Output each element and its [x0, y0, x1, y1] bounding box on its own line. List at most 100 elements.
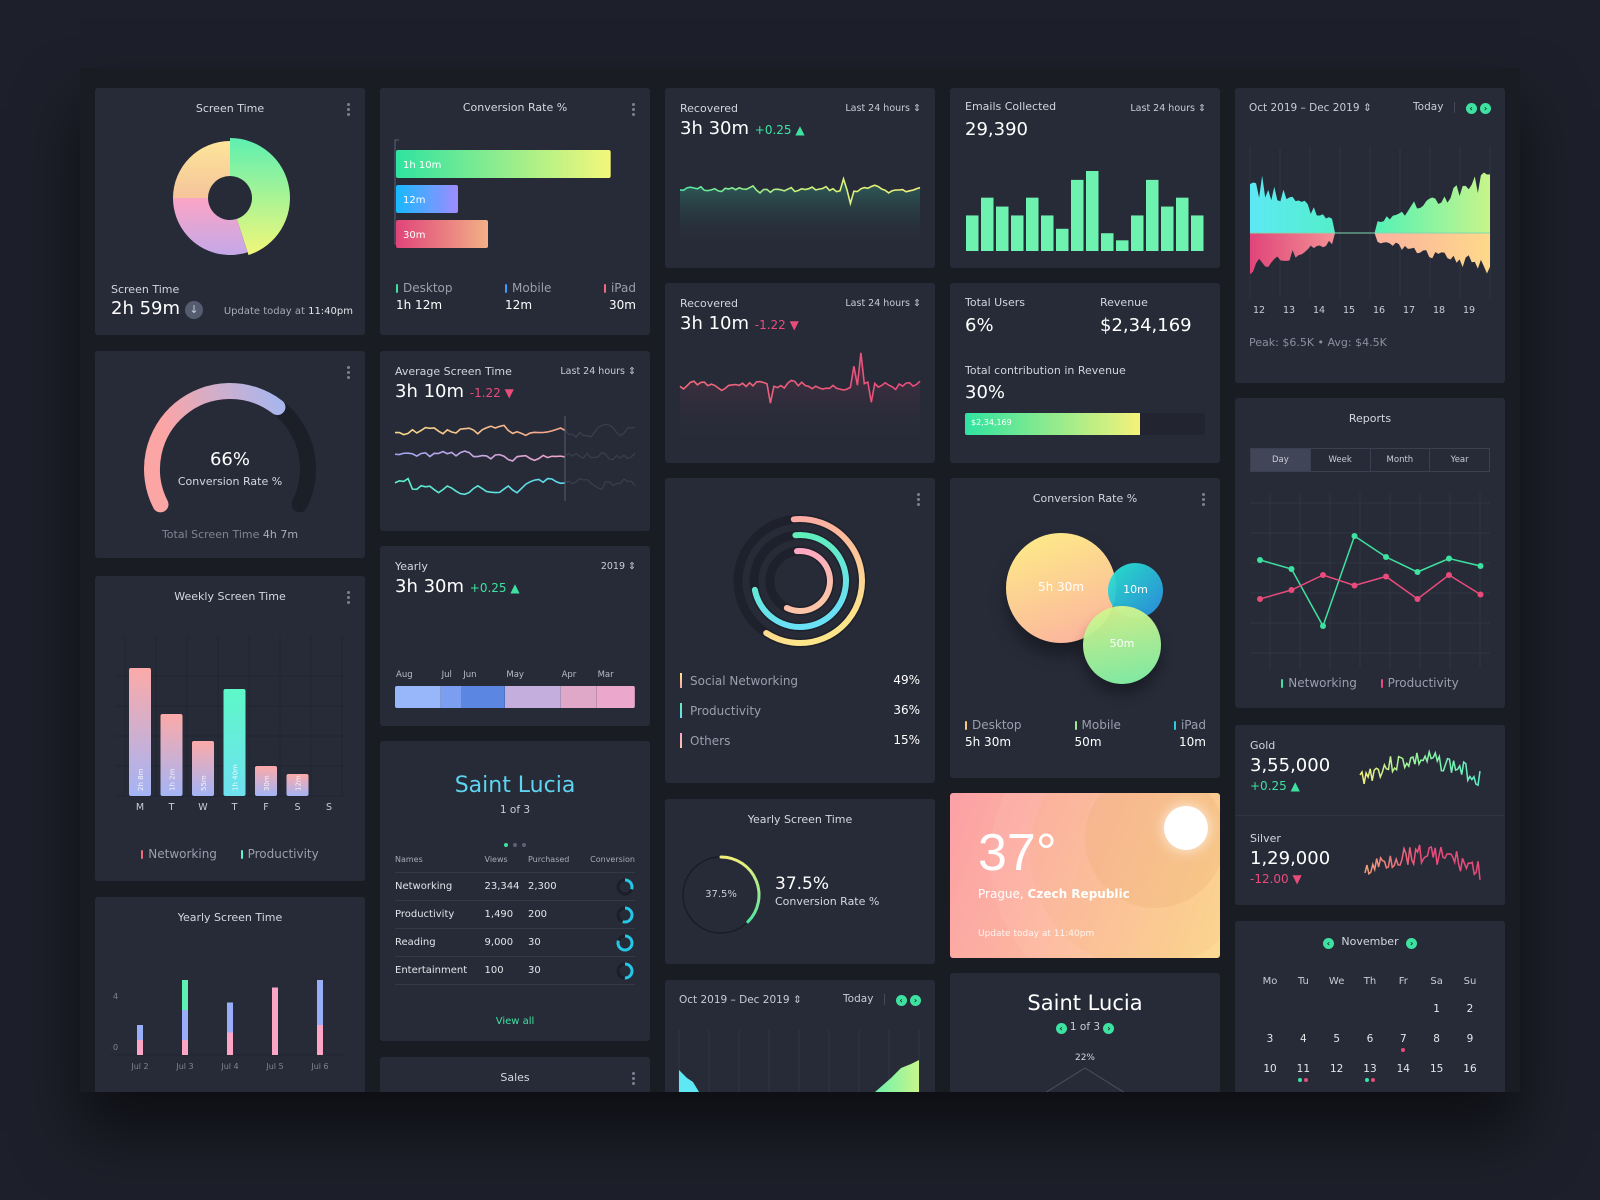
tab-day[interactable]: Day — [1251, 449, 1310, 471]
y-tick: 4 — [113, 992, 118, 1001]
more-menu-icon[interactable] — [1202, 493, 1206, 506]
legend-networking-marker — [141, 850, 144, 859]
next-arrow-icon[interactable]: › — [1480, 103, 1491, 114]
today-button[interactable]: Today — [843, 993, 873, 1005]
prev-arrow-icon[interactable]: ‹ — [1055, 1023, 1067, 1034]
month-segment[interactable] — [505, 686, 561, 708]
calendar-grid: Mo Tu We Th Fr Sa Su 1 2 3 4 5 6 7 8 9 10 11 12 13 14 15 16 — [1255, 976, 1485, 1092]
bar-label: 1h 10m — [403, 160, 441, 171]
calendar-day[interactable]: 15 — [1422, 1063, 1452, 1075]
more-menu-icon[interactable] — [347, 366, 351, 379]
area-left — [679, 1070, 699, 1092]
next-month-icon[interactable]: › — [1406, 938, 1418, 949]
today-button[interactable]: Today — [1413, 101, 1443, 113]
day-label: W — [198, 802, 208, 813]
table-row[interactable]: Productivity 1,490 200 — [395, 900, 635, 929]
prev-arrow-icon[interactable]: ‹ — [895, 995, 907, 1006]
download-icon[interactable]: ↓ — [185, 301, 203, 319]
range-select[interactable]: Last 24 hours ⇕ — [845, 298, 921, 309]
weekly-bar-chart: 2h 8m M 1h 2m T 55m W 1h 40m T 30m F 12m S S — [115, 636, 345, 813]
table-row[interactable]: Networking 23,344 2,300 — [395, 872, 635, 901]
calendar-day — [1388, 1003, 1418, 1015]
month-segment[interactable] — [440, 686, 463, 708]
calendar-day[interactable]: 8 — [1422, 1033, 1452, 1045]
networking-point — [1351, 533, 1358, 539]
month-label: Jul — [441, 670, 452, 680]
calendar-day[interactable]: 14 — [1388, 1063, 1418, 1075]
total-value: 4h 7m — [262, 528, 299, 541]
date-range-label: Oct 2019 – Dec 2019 — [679, 994, 790, 1006]
day-label: T — [231, 802, 238, 813]
x-tick: 18 — [1433, 305, 1445, 316]
month-segment[interactable] — [462, 686, 506, 708]
calendar-day[interactable]: 1 — [1422, 1003, 1452, 1015]
tab-year[interactable]: Year — [1429, 449, 1489, 471]
contribution-progress: $2,34,169 — [965, 413, 1205, 435]
calendar-day[interactable]: 9 — [1455, 1033, 1485, 1045]
x-tick: Jul 4 — [220, 1062, 238, 1071]
more-menu-icon[interactable] — [347, 103, 351, 116]
tab-month[interactable]: Month — [1369, 449, 1430, 471]
weather-update: Update today at 11:40pm — [978, 929, 1095, 939]
avg-value: 3h 10m -1.22 ▼ — [395, 381, 514, 402]
card-title: Reports — [1348, 412, 1392, 425]
range-area-chart — [678, 1030, 920, 1092]
prev-month-icon[interactable]: ‹ — [1322, 938, 1334, 949]
calendar-day[interactable]: 3 — [1255, 1033, 1285, 1045]
reports-legend: Networking Productivity — [1235, 676, 1505, 690]
progress-label: $2,34,169 — [971, 418, 1012, 427]
date-range-select[interactable]: Oct 2019 – Dec 2019 ⇕ — [1249, 102, 1372, 114]
calendar-day[interactable]: 11 — [1288, 1063, 1318, 1082]
next-arrow-icon[interactable]: › — [1103, 1023, 1115, 1034]
month-label: Aug — [396, 670, 413, 680]
productivity-point — [1477, 591, 1484, 598]
calendar-day[interactable]: 6 — [1355, 1033, 1385, 1045]
table-row[interactable]: Reading 9,000 30 — [395, 928, 635, 957]
month-labels: Aug Jul Jun May Apr Mar — [395, 670, 635, 682]
more-menu-icon[interactable] — [917, 493, 921, 506]
screen-time-label: Screen Time — [111, 283, 180, 296]
more-menu-icon[interactable] — [632, 1072, 636, 1085]
card-title: Conversion Rate % — [1032, 492, 1138, 505]
range-select[interactable]: Last 24 hours ⇕ — [560, 366, 636, 377]
calendar-day[interactable]: 13 — [1355, 1063, 1385, 1082]
total-label: Total Screen Time — [161, 528, 263, 541]
yearly-card: Yearly 2019 ⇕ 3h 30m +0.25 ▲ Aug Jul Jun Ma… — [380, 546, 650, 726]
date-range-select[interactable]: Oct 2019 – Dec 2019 ⇕ — [679, 994, 802, 1006]
calendar-day[interactable]: 5 — [1322, 1033, 1352, 1045]
bubble-mobile-label: 50m — [1109, 637, 1135, 650]
month-segment[interactable] — [395, 686, 441, 708]
view-all-link[interactable]: View all — [380, 1016, 650, 1027]
update-text: Update today at 11:40pm — [224, 306, 353, 317]
month-segment[interactable] — [596, 686, 635, 708]
range-select[interactable]: Last 24 hours ⇕ — [1130, 103, 1206, 114]
saint-lucia-radar-card: Saint Lucia ‹ 1 of 3 › 22% — [950, 973, 1220, 1092]
calendar-day[interactable]: 12 — [1322, 1063, 1352, 1075]
gold-value: 3,55,000 — [1250, 755, 1331, 776]
calendar-day[interactable]: 7 — [1388, 1033, 1418, 1052]
next-arrow-icon[interactable]: › — [910, 995, 921, 1006]
more-menu-icon[interactable] — [347, 591, 351, 604]
more-menu-icon[interactable] — [632, 103, 636, 116]
legend-networking: Networking — [148, 847, 217, 861]
gold-delta: +0.25 ▲ — [1250, 779, 1300, 793]
month-segment[interactable] — [560, 686, 597, 708]
card-title: Average Screen Time — [395, 365, 512, 378]
tab-week[interactable]: Week — [1309, 449, 1370, 471]
recovered-area-chart — [679, 176, 921, 248]
contribution-value: 30% — [965, 382, 1006, 403]
calendar-day[interactable]: 16 — [1455, 1063, 1485, 1075]
x-tick: Jul 3 — [175, 1062, 193, 1071]
prev-arrow-icon[interactable]: ‹ — [1465, 103, 1477, 114]
city: Prague, — [978, 887, 1028, 901]
table-row[interactable]: Entertainment 100 30 — [395, 956, 635, 985]
calendar-day[interactable]: 2 — [1455, 1003, 1485, 1015]
year-select[interactable]: 2019 ⇕ — [601, 561, 636, 572]
screen-time-donut — [173, 138, 290, 256]
range-select[interactable]: Last 24 hours ⇕ — [845, 103, 921, 114]
legend-networking: Networking — [1288, 676, 1357, 690]
calendar-day[interactable]: 10 — [1255, 1063, 1285, 1075]
calendar-day[interactable]: 4 — [1288, 1033, 1318, 1045]
card-title: Yearly — [395, 560, 428, 573]
card-title: Emails Collected — [965, 100, 1057, 113]
